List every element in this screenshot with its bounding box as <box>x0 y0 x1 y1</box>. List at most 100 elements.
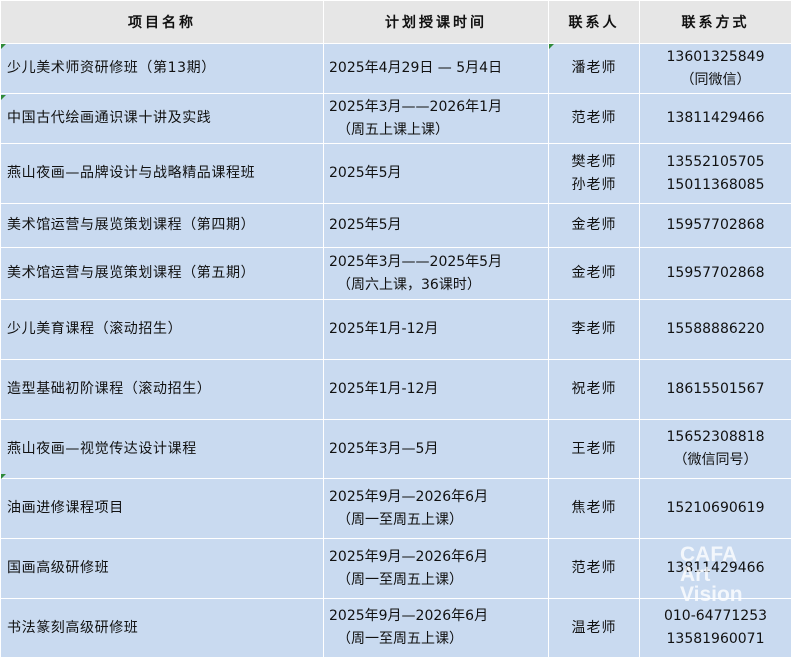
cell-marker-icon <box>549 44 554 49</box>
schedule-line: 2025年9月—2026年6月 <box>329 546 548 569</box>
schedule-line: 2025年5月 <box>329 162 548 185</box>
cell-marker-icon <box>1 474 6 479</box>
project-name-cell: 国画高级研修班 <box>1 539 324 599</box>
table-row: 中国古代绘画通识课十讲及实践 2025年3月——2026年1月 （周五上课上课）… <box>1 94 791 144</box>
project-name-cell: 中国古代绘画通识课十讲及实践 <box>1 94 324 144</box>
contact-method-cell: 15957702868 <box>640 204 791 248</box>
contact-person-cell: 樊老师 孙老师 <box>549 144 640 204</box>
contact-method-cell: 13811429466 <box>640 94 791 144</box>
contact-method-cell: 13601325849 （同微信） <box>640 44 791 94</box>
contact-person: 孙老师 <box>549 174 639 197</box>
contact-method-cell: 15652308818 （微信同号） <box>640 420 791 479</box>
project-name-cell: 燕山夜画—品牌设计与战略精品课程班 <box>1 144 324 204</box>
header-row: 项目名称 计划授课时间 联系人 联系方式 <box>1 1 791 44</box>
contact-person-cell: 潘老师 <box>549 44 640 94</box>
project-name-cell: 美术馆运营与展览策划课程（第四期） <box>1 204 324 248</box>
schedule-cell: 2025年1月-12月 <box>324 360 549 420</box>
header-contact-method: 联系方式 <box>640 1 791 44</box>
schedule-line: 2025年3月——2026年1月 <box>329 96 548 119</box>
contact-person-cell: 李老师 <box>549 300 640 360</box>
contact-person-cell: 金老师 <box>549 204 640 248</box>
schedule-line: 2025年1月-12月 <box>329 378 548 401</box>
table-row: 燕山夜画—视觉传达设计课程 2025年3月—5月 王老师 15652308818… <box>1 420 791 479</box>
watermark-line: CAFA <box>680 545 785 565</box>
contact-person-cell: 温老师 <box>549 599 640 658</box>
schedule-cell: 2025年1月-12月 <box>324 300 549 360</box>
contact-person: 潘老师 <box>549 57 639 80</box>
schedule-cell: 2025年3月——2026年1月 （周五上课上课） <box>324 94 549 144</box>
schedule-line: 2025年3月—5月 <box>329 438 548 461</box>
project-name-cell: 造型基础初阶课程（滚动招生） <box>1 360 324 420</box>
table-row: 书法篆刻高级研修班 2025年9月—2026年6月 （周一至周五上课） 温老师 … <box>1 599 791 658</box>
cell-marker-icon <box>1 95 6 100</box>
contact-person-cell: 祝老师 <box>549 360 640 420</box>
contact-person: 金老师 <box>549 214 639 237</box>
phone-number: 15210690619 <box>640 497 791 520</box>
project-name-cell: 少儿美术师资研修班（第13期） <box>1 44 324 94</box>
table-row: 美术馆运营与展览策划课程（第五期） 2025年3月——2025年5月 （周六上课… <box>1 248 791 300</box>
phone-number: 15011368085 <box>640 174 791 197</box>
watermark-line: Art <box>680 565 785 585</box>
watermark-logo: CAFA Art Vision <box>680 545 785 653</box>
schedule-line: 2025年9月—2026年6月 <box>329 605 548 628</box>
phone-note: （微信同号） <box>640 449 791 472</box>
schedule-cell: 2025年9月—2026年6月 （周一至周五上课） <box>324 599 549 658</box>
project-name-cell: 书法篆刻高级研修班 <box>1 599 324 658</box>
contact-person-cell: 王老师 <box>549 420 640 479</box>
contact-person-cell: 金老师 <box>549 248 640 300</box>
phone-number: 15652308818 <box>640 426 791 449</box>
contact-person-cell: 焦老师 <box>549 479 640 539</box>
table-row: 燕山夜画—品牌设计与战略精品课程班 2025年5月 樊老师 孙老师 135521… <box>1 144 791 204</box>
phone-number: 15957702868 <box>640 214 791 237</box>
contact-person: 王老师 <box>549 438 639 461</box>
contact-method-cell: 15588886220 <box>640 300 791 360</box>
schedule-cell: 2025年5月 <box>324 144 549 204</box>
contact-method-cell: 13552105705 15011368085 <box>640 144 791 204</box>
header-project-name: 项目名称 <box>1 1 324 44</box>
schedule-cell: 2025年9月—2026年6月 （周一至周五上课） <box>324 479 549 539</box>
schedule-cell: 2025年5月 <box>324 204 549 248</box>
contact-person: 金老师 <box>549 262 639 285</box>
contact-person-cell: 范老师 <box>549 539 640 599</box>
project-name-cell: 燕山夜画—视觉传达设计课程 <box>1 420 324 479</box>
phone-number: 13552105705 <box>640 151 791 174</box>
schedule-note: （周五上课上课） <box>329 119 548 142</box>
cell-marker-icon <box>1 44 6 49</box>
contact-person: 焦老师 <box>549 497 639 520</box>
contact-person: 范老师 <box>549 557 639 580</box>
phone-number: 15957702868 <box>640 262 791 285</box>
project-name-cell: 美术馆运营与展览策划课程（第五期） <box>1 248 324 300</box>
header-schedule: 计划授课时间 <box>324 1 549 44</box>
schedule-line: 2025年9月—2026年6月 <box>329 486 548 509</box>
contact-method-cell: 15210690619 <box>640 479 791 539</box>
schedule-cell: 2025年3月—5月 <box>324 420 549 479</box>
course-schedule-table: 项目名称 计划授课时间 联系人 联系方式 少儿美术师资研修班（第13期） 202… <box>0 0 791 658</box>
contact-person: 祝老师 <box>549 378 639 401</box>
project-name-cell: 油画进修课程项目 <box>1 479 324 539</box>
phone-number: 13601325849 <box>640 46 791 69</box>
schedule-line: 2025年3月——2025年5月 <box>329 251 548 274</box>
schedule-cell: 2025年3月——2025年5月 （周六上课，36课时） <box>324 248 549 300</box>
schedule-note: （周一至周五上课） <box>329 628 548 651</box>
header-contact-person: 联系人 <box>549 1 640 44</box>
schedule-cell: 2025年4月29日 — 5月4日 <box>324 44 549 94</box>
table-row: 国画高级研修班 2025年9月—2026年6月 （周一至周五上课） 范老师 13… <box>1 539 791 599</box>
contact-person: 李老师 <box>549 318 639 341</box>
project-name-cell: 少儿美育课程（滚动招生） <box>1 300 324 360</box>
table-row: 美术馆运营与展览策划课程（第四期） 2025年5月 金老师 1595770286… <box>1 204 791 248</box>
schedule-note: （周六上课，36课时） <box>329 274 548 297</box>
schedule-line: 2025年1月-12月 <box>329 318 548 341</box>
contact-person: 范老师 <box>549 107 639 130</box>
table-row: 少儿美育课程（滚动招生） 2025年1月-12月 李老师 15588886220 <box>1 300 791 360</box>
table-row: 油画进修课程项目 2025年9月—2026年6月 （周一至周五上课） 焦老师 1… <box>1 479 791 539</box>
table-row: 少儿美术师资研修班（第13期） 2025年4月29日 — 5月4日 潘老师 13… <box>1 44 791 94</box>
phone-note: （同微信） <box>640 69 791 92</box>
contact-person-cell: 范老师 <box>549 94 640 144</box>
contact-method-cell: 15957702868 <box>640 248 791 300</box>
contact-person: 樊老师 <box>549 151 639 174</box>
schedule-line: 2025年4月29日 — 5月4日 <box>329 57 548 80</box>
watermark-line: Vision <box>680 585 785 605</box>
phone-number: 18615501567 <box>640 378 791 401</box>
contact-method-cell: 18615501567 <box>640 360 791 420</box>
schedule-note: （周一至周五上课） <box>329 569 548 592</box>
